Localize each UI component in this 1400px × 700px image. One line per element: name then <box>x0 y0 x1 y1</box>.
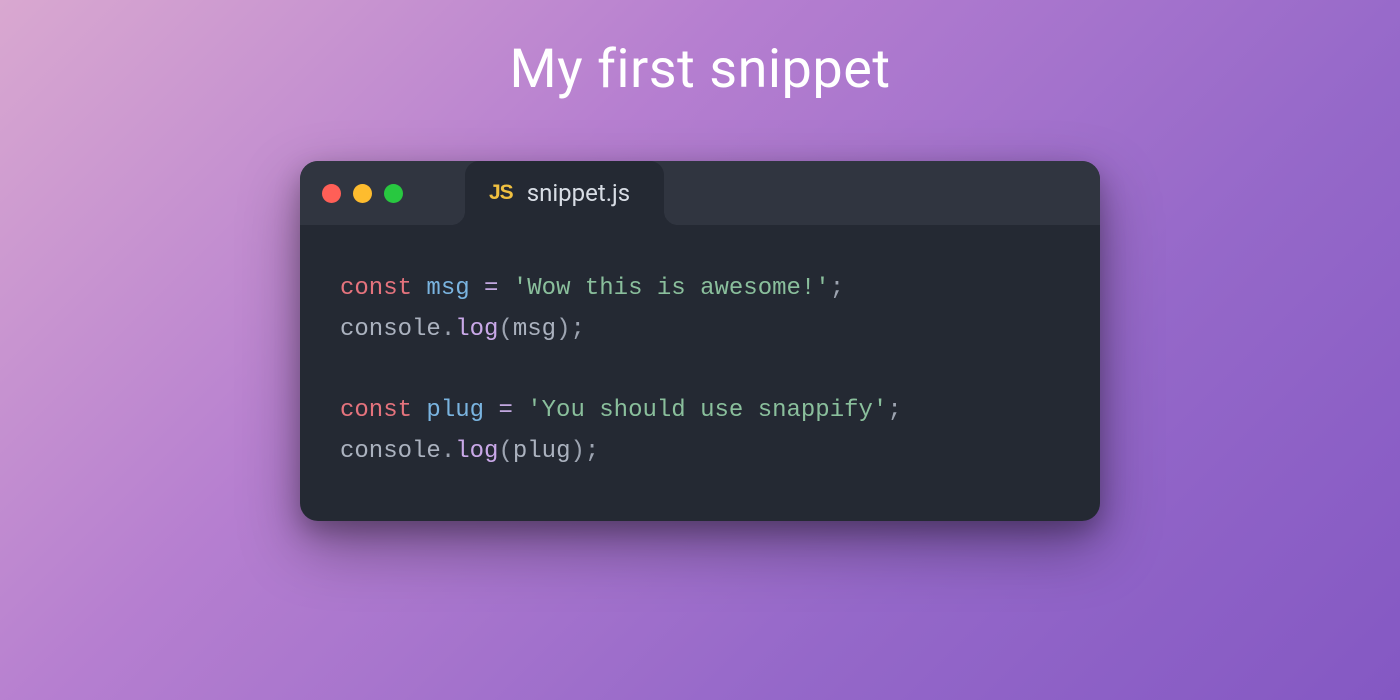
code-token: log <box>455 438 498 465</box>
tab-snippet[interactable]: JS snippet.js <box>465 161 664 225</box>
code-token: = <box>498 397 512 424</box>
code-token: ( <box>498 316 512 343</box>
code-token: ); <box>570 438 599 465</box>
code-editor-body[interactable]: const msg = 'Wow this is awesome!';conso… <box>300 225 1100 521</box>
tab-filename: snippet.js <box>527 179 630 207</box>
code-token: = <box>484 275 498 302</box>
code-token: console <box>340 316 441 343</box>
page-title: My first snippet <box>510 38 891 101</box>
code-token: log <box>455 316 498 343</box>
code-window: JS snippet.js const msg = 'Wow this is a… <box>300 161 1100 521</box>
code-blank-line <box>340 351 1060 392</box>
code-token: ( <box>498 438 512 465</box>
code-token: ; <box>830 275 844 302</box>
code-token: plug <box>426 397 484 424</box>
traffic-lights <box>322 184 403 203</box>
code-token: console <box>340 438 441 465</box>
close-icon[interactable] <box>322 184 341 203</box>
code-token: 'Wow this is awesome!' <box>513 275 830 302</box>
code-token: ); <box>556 316 585 343</box>
code-line: const plug = 'You should use snappify'; <box>340 391 1060 432</box>
code-token: msg <box>513 316 556 343</box>
code-token: . <box>441 438 455 465</box>
code-line: const msg = 'Wow this is awesome!'; <box>340 269 1060 310</box>
code-line: console.log(plug); <box>340 432 1060 473</box>
window-titlebar: JS snippet.js <box>300 161 1100 225</box>
code-token: const <box>340 275 412 302</box>
code-token: msg <box>426 275 469 302</box>
code-token: const <box>340 397 412 424</box>
code-token: 'You should use snappify' <box>527 397 887 424</box>
code-token: plug <box>513 438 571 465</box>
code-token: ; <box>887 397 901 424</box>
code-token: . <box>441 316 455 343</box>
code-line: console.log(msg); <box>340 310 1060 351</box>
minimize-icon[interactable] <box>353 184 372 203</box>
js-file-icon: JS <box>489 181 513 205</box>
maximize-icon[interactable] <box>384 184 403 203</box>
